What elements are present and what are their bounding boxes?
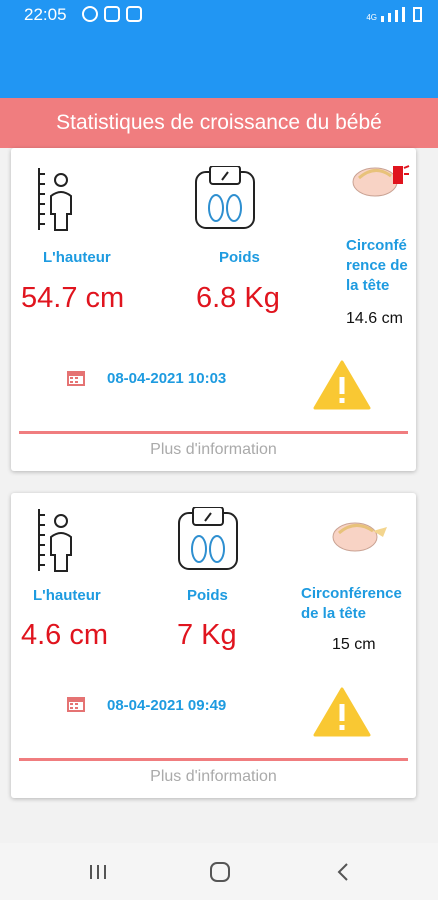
warning-icon[interactable] (313, 360, 371, 410)
head-circumference-label: Circonférence de la tête (301, 585, 402, 622)
calendar-icon (67, 697, 85, 712)
baby-head-icon (352, 165, 410, 197)
height-label: L'hauteur (43, 249, 111, 266)
camera-icon (126, 6, 142, 22)
signal-bar-icon (381, 16, 384, 22)
head-circumference-label: Circonfé rence de la tête (346, 237, 408, 294)
signal-bar-icon (388, 13, 391, 22)
signal-bar-icon (402, 7, 405, 22)
status-time: 22:05 (24, 5, 67, 24)
system-icons: 4G (366, 7, 422, 22)
scale-icon (178, 507, 238, 570)
more-info-link[interactable]: Plus d'information (11, 768, 416, 786)
weight-label: Poids (187, 587, 228, 604)
network-type: 4G (366, 13, 377, 22)
status-bar: 22:05 4G (0, 0, 438, 30)
baby-head-icon (332, 522, 387, 552)
app-bar (0, 30, 438, 98)
head-circumference-value: 14.6 cm (346, 310, 403, 327)
weight-label: Poids (219, 249, 260, 266)
battery-icon (413, 7, 422, 22)
height-measure-icon (38, 509, 72, 572)
height-label: L'hauteur (33, 587, 101, 604)
divider (19, 431, 408, 434)
head-circumference-value: 15 cm (332, 636, 376, 653)
home-icon[interactable] (205, 857, 235, 887)
back-icon[interactable] (328, 857, 358, 887)
whatsapp-icon (82, 6, 98, 22)
page-title: Statistiques de croissance du bébé (0, 98, 438, 148)
image-icon (104, 6, 120, 22)
more-info-link[interactable]: Plus d'information (11, 441, 416, 459)
notification-icons (82, 6, 142, 22)
height-measure-icon (38, 168, 72, 231)
record-date: 08-04-2021 09:49 (107, 697, 227, 714)
scale-icon (195, 166, 255, 229)
recent-apps-icon[interactable] (83, 857, 113, 887)
weight-value: 6.8 Kg (196, 282, 280, 314)
warning-icon[interactable] (313, 687, 371, 737)
divider (19, 758, 408, 761)
signal-bar-icon (395, 10, 398, 22)
weight-value: 7 Kg (177, 619, 237, 651)
system-navigation-bar (0, 843, 438, 900)
record-date: 08-04-2021 10:03 (107, 370, 227, 387)
calendar-icon (67, 371, 85, 386)
height-value: 54.7 cm (21, 282, 125, 314)
growth-record-card[interactable]: L'hauteur Poids Circonférence de la tête… (11, 493, 416, 798)
height-value: 4.6 cm (21, 619, 109, 651)
growth-record-card[interactable]: L'hauteur Poids Circonfé rence de la têt… (11, 148, 416, 471)
